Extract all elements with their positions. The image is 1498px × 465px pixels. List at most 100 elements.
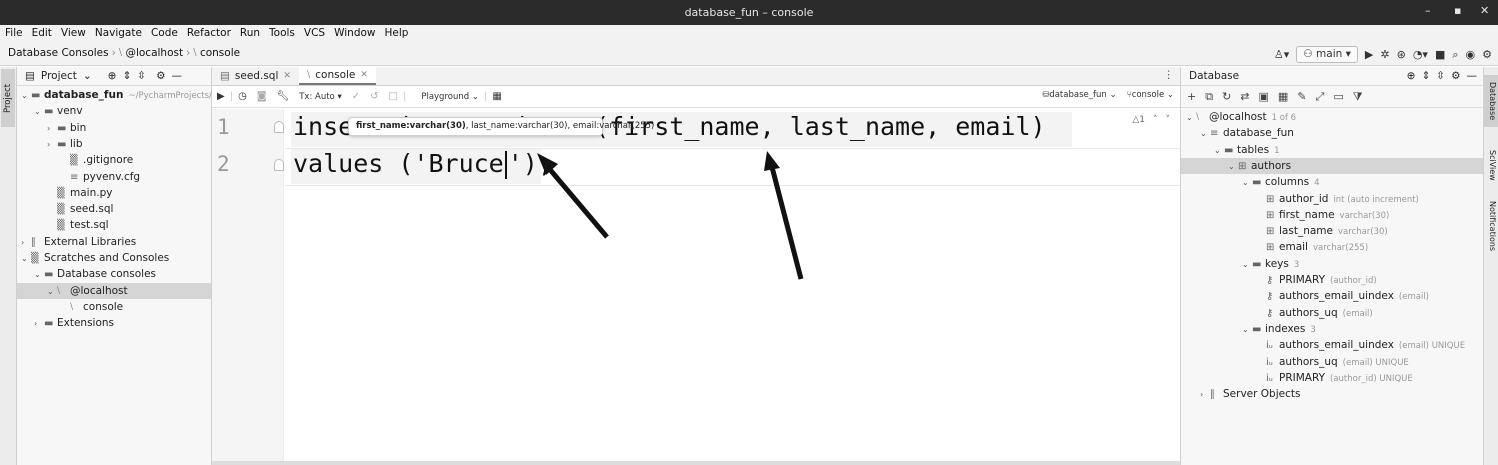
expand-arrow-icon[interactable]: ⌄ <box>34 104 44 120</box>
sciview-tool-tab[interactable]: SciView <box>1484 145 1498 185</box>
tree-item[interactable]: ▒ .gitignore <box>17 152 211 168</box>
collapse-all-icon[interactable]: ⇕ <box>122 70 131 82</box>
debug-icon[interactable]: ✲ <box>1380 48 1389 61</box>
tree-item[interactable]: › ▬ bin <box>17 120 211 136</box>
tree-item[interactable]: iᵤ authors_uq (email) UNIQUE <box>1181 354 1483 370</box>
tree-item[interactable]: ⌄ ⧵ @localhost <box>17 282 211 300</box>
rollback-icon[interactable]: ↺ <box>365 91 383 102</box>
expand-arrow-icon[interactable]: ⌄ <box>1200 126 1210 142</box>
menu-edit[interactable]: Edit <box>27 25 56 39</box>
maximize-button[interactable]: ▪ <box>1454 4 1461 17</box>
tree-item[interactable]: ⌄ ▬ Database consoles <box>17 266 211 282</box>
chevron-up-icon[interactable]: ˄ <box>1153 115 1158 125</box>
menu-file[interactable]: File <box>0 25 27 39</box>
tree-item[interactable]: › ∥ External Libraries <box>17 234 211 250</box>
fold-marker-icon[interactable] <box>274 159 284 171</box>
minimize-button[interactable]: – <box>1425 4 1431 17</box>
tab-seed-sql[interactable]: ▤ seed.sql ✕ <box>212 67 299 85</box>
expand-arrow-icon[interactable]: ⌄ <box>47 284 57 300</box>
tree-item[interactable]: iᵤ PRIMARY (author_id) UNIQUE <box>1181 370 1483 386</box>
stop-icon[interactable]: ■ <box>1435 48 1445 61</box>
expand-all-icon[interactable]: ⇳ <box>1436 70 1445 82</box>
expand-arrow-icon[interactable]: › <box>34 316 44 332</box>
jump-icon[interactable]: ⤢ <box>1316 90 1325 104</box>
tree-item[interactable]: ⊞ email varchar(255) <box>1181 239 1483 255</box>
execute-icon[interactable]: ▶ <box>212 91 230 102</box>
tree-item[interactable]: ⌄ ▬ venv <box>17 103 211 119</box>
expand-arrow-icon[interactable]: › <box>47 137 57 153</box>
sync-icon[interactable]: ⇄ <box>1240 90 1249 103</box>
tree-item[interactable]: ⌄ ▬ tables 1 <box>1181 142 1483 158</box>
search-icon[interactable]: ⌕ <box>1452 48 1458 62</box>
tree-item[interactable]: ⌄ ⊞ authors <box>1181 157 1483 174</box>
tree-item[interactable]: ⌄ ▬ keys 3 <box>1181 256 1483 272</box>
tree-item[interactable]: ⌄ ▬ database_fun ~/PycharmProjects/ <box>17 87 212 104</box>
table-icon[interactable]: ▦ <box>1278 90 1288 103</box>
tree-item[interactable]: ⌄ ▬ columns 4 <box>1181 174 1483 190</box>
locate-icon[interactable]: ⊕ <box>108 70 117 82</box>
expand-arrow-icon[interactable]: ⌄ <box>34 267 44 283</box>
menu-help[interactable]: Help <box>380 25 413 39</box>
stop-icon[interactable]: □ <box>384 91 403 102</box>
gear-icon[interactable]: ⚙ <box>1451 70 1460 82</box>
tree-item[interactable]: › ∥ Server Objects <box>1181 386 1483 402</box>
notifications-tool-tab[interactable]: Notifications <box>1484 195 1498 257</box>
menu-window[interactable]: Window <box>329 25 379 39</box>
tree-item[interactable]: ⚷ authors_uq (email) <box>1181 305 1483 321</box>
expand-all-icon[interactable]: ⇳ <box>137 70 146 82</box>
project-view-selector[interactable]: Project <box>41 70 77 82</box>
add-icon[interactable]: + <box>1187 90 1196 103</box>
tree-item[interactable]: ⚷ PRIMARY (author_id) <box>1181 272 1483 288</box>
tree-item[interactable]: ▒ main.py <box>17 185 211 201</box>
run-icon[interactable]: ▶ <box>1365 48 1373 61</box>
tree-item[interactable]: ⚷ authors_email_uindex (email) <box>1181 288 1483 304</box>
gear-icon[interactable]: ⚙ <box>156 70 165 82</box>
update-icon[interactable]: ◉ <box>1466 48 1476 61</box>
expand-arrow-icon[interactable]: › <box>1200 387 1210 403</box>
tree-item[interactable]: ⌄ ⧵ @localhost 1 of 6 <box>1181 109 1483 125</box>
expand-arrow-icon[interactable]: ⌄ <box>21 88 31 104</box>
tree-item[interactable]: ⧵ console <box>17 299 211 315</box>
transaction-mode-selector[interactable]: Tx: Auto ▾ <box>294 92 347 102</box>
profile-icon[interactable]: ◔▾ <box>1413 48 1428 61</box>
menu-code[interactable]: Code <box>146 25 182 39</box>
breadcrumb-item[interactable]: @localhost <box>125 47 183 59</box>
expand-arrow-icon[interactable]: ⌄ <box>1186 110 1196 126</box>
close-icon[interactable]: ✕ <box>283 68 291 85</box>
cancel-icon[interactable]: ◙ <box>252 91 272 102</box>
expand-arrow-icon[interactable]: ⌄ <box>1242 175 1252 191</box>
tree-item[interactable]: › ▬ Extensions <box>17 315 211 331</box>
more-options-icon[interactable]: ⋮ <box>1164 69 1175 81</box>
table-icon[interactable]: ▦ <box>487 91 506 102</box>
tree-item[interactable]: ⊞ author_id int (auto increment) <box>1181 191 1483 207</box>
tree-item[interactable]: ⌄ ▒ Scratches and Consoles <box>17 250 211 266</box>
menu-view[interactable]: View <box>56 25 90 39</box>
filter-icon[interactable]: ⧩ <box>1353 90 1363 104</box>
coverage-icon[interactable]: ⊛ <box>1397 48 1406 61</box>
tree-item[interactable]: › ▬ lib <box>17 136 211 152</box>
tree-item[interactable]: ⊞ first_name varchar(30) <box>1181 207 1483 223</box>
refresh-icon[interactable]: ↻ <box>1222 90 1231 103</box>
edit-icon[interactable]: ✎ <box>1297 90 1306 103</box>
chevron-down-icon[interactable]: ⌄ <box>83 70 92 82</box>
expand-arrow-icon[interactable]: ⌄ <box>1214 143 1224 159</box>
collapse-all-icon[interactable]: ⇕ <box>1421 70 1430 82</box>
expand-arrow-icon[interactable]: ⌄ <box>1242 322 1252 338</box>
expand-arrow-icon[interactable]: › <box>47 121 57 137</box>
copy-icon[interactable]: ⧉ <box>1205 90 1213 104</box>
console-icon[interactable]: ▭ <box>1333 90 1343 103</box>
menu-run[interactable]: Run <box>235 25 264 39</box>
branch-selector[interactable]: ⚇ main ▾ <box>1296 46 1358 63</box>
tab-console[interactable]: ⧵ console ✕ <box>298 67 376 85</box>
commit-icon[interactable]: ✓ <box>347 91 365 102</box>
tree-item[interactable]: ⊞ last_name varchar(30) <box>1181 223 1483 239</box>
breadcrumb-item[interactable]: Database Consoles <box>8 47 109 59</box>
chevron-down-icon[interactable]: ˅ <box>1166 115 1171 125</box>
tree-item[interactable]: ⌄ ≡ database_fun <box>1181 125 1483 141</box>
menu-navigate[interactable]: Navigate <box>90 25 146 39</box>
code-line-2[interactable]: values ('Bruce '), <box>291 149 553 184</box>
tree-item[interactable]: ⌄ ▬ indexes 3 <box>1181 321 1483 337</box>
tree-item[interactable]: ▒ seed.sql <box>17 201 211 217</box>
close-icon[interactable]: ✕ <box>360 67 368 84</box>
tree-item[interactable]: iᵤ authors_email_uindex (email) UNIQUE <box>1181 337 1483 353</box>
